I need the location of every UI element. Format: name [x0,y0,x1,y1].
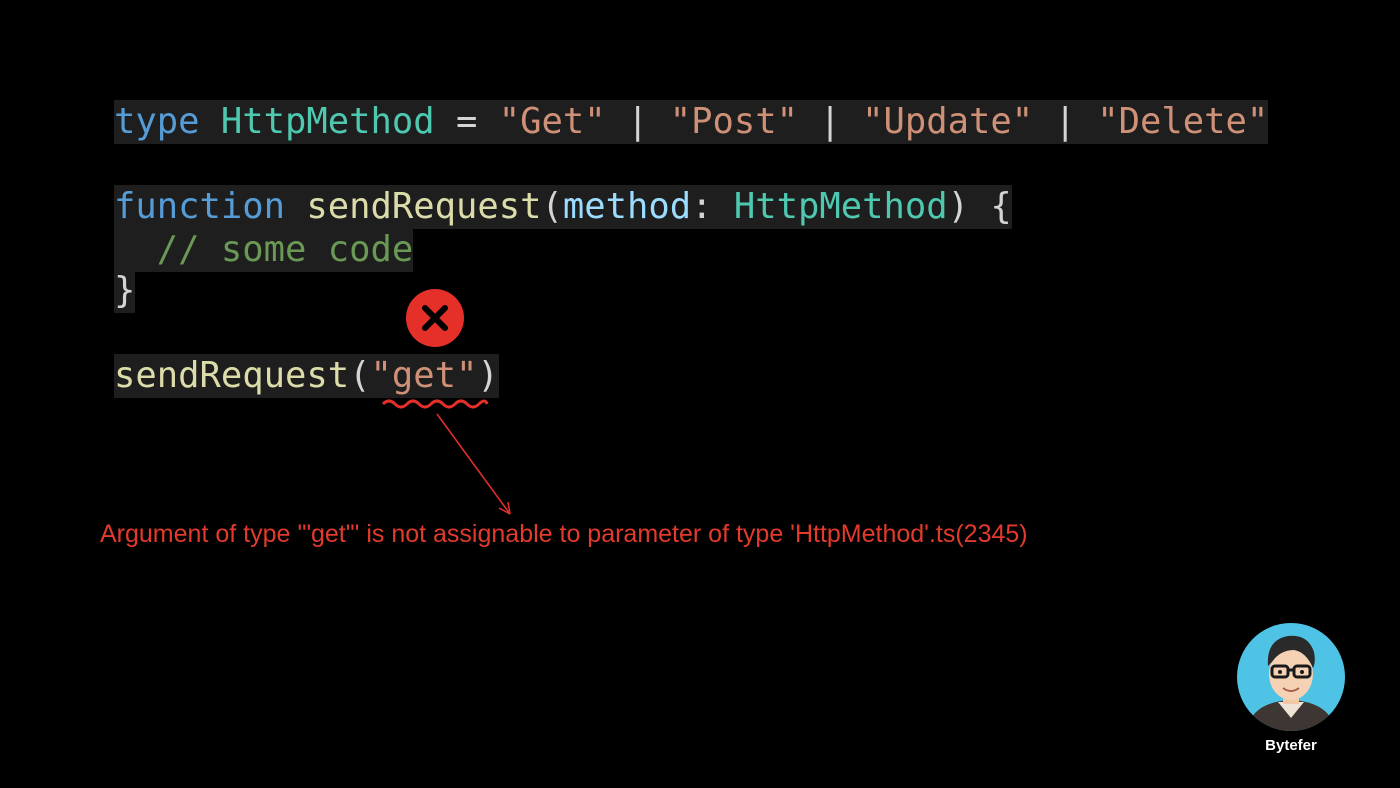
close-paren-brace: ) { [947,186,1012,227]
error-arrow-head [498,501,511,515]
error-squiggle [381,399,489,409]
keyword-function: function [114,186,285,227]
code-line-function-signature: function sendRequest(method: HttpMethod)… [114,185,1012,229]
code-line-closing-brace: } [114,269,136,313]
union-separator: | [1033,101,1098,142]
code-line-function-call: sendRequest("get") [114,354,499,398]
code-line-comment: // some code [114,228,414,272]
error-message: Argument of type '"get"' is not assignab… [100,520,1028,548]
function-call-name: sendRequest [114,355,350,396]
avatar-icon [1237,623,1345,731]
open-paren: ( [541,186,563,227]
parameter-type: HttpMethod [733,186,948,227]
string-post: "Post" [669,101,798,142]
parameter-name: method [562,186,692,227]
type-name: HttpMethod [220,101,435,142]
union-separator: | [797,101,863,142]
error-x-icon [406,289,464,347]
open-paren: ( [349,355,371,396]
string-delete: "Delete" [1097,101,1269,142]
invalid-argument: "get" [370,355,478,396]
code-line-type-declaration: type HttpMethod = "Get" | "Post" | "Upda… [114,100,1269,144]
keyword-type: type [114,101,200,142]
string-update: "Update" [862,101,1034,142]
function-name: sendRequest [306,186,542,227]
close-paren: ) [477,355,499,396]
error-arrow-line [436,413,511,515]
brand-name: Bytefer [1265,737,1317,754]
union-separator: | [605,101,670,142]
equals-sign: = [434,101,499,142]
string-get: "Get" [498,101,606,142]
colon: : [691,186,734,227]
comment: // some code [156,229,414,270]
closing-brace: } [114,270,136,311]
